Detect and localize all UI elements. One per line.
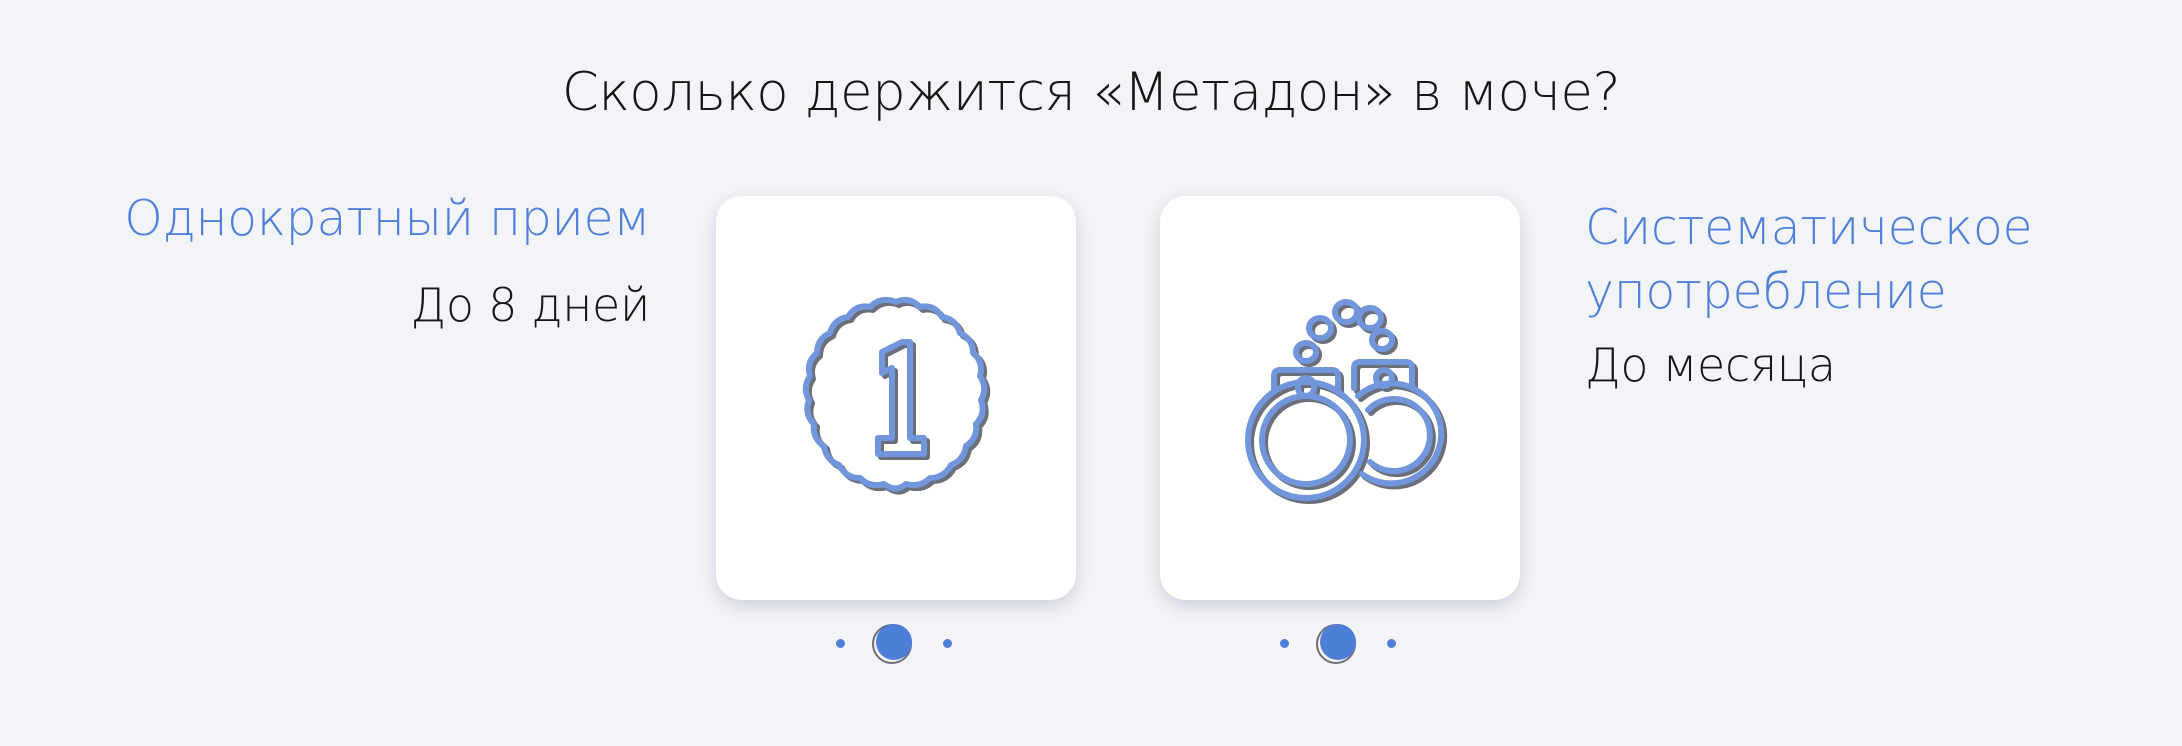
pagination-dot[interactable]: [836, 639, 845, 648]
handcuffs-icon: [1230, 288, 1450, 508]
single-dose-card: [716, 196, 1076, 600]
pagination-dot-active[interactable]: [872, 624, 912, 664]
page-title: Сколько держится «Метадон» в моче?: [561, 62, 1621, 123]
number-one-badge-icon: [786, 288, 1006, 508]
systematic-use-value: До месяца: [1585, 338, 1836, 392]
systematic-use-card: [1160, 196, 1520, 600]
pagination-dot[interactable]: [1387, 639, 1396, 648]
pagination-dot[interactable]: [1280, 639, 1289, 648]
card-2-pagination: [1160, 622, 1520, 666]
pagination-dot-active[interactable]: [1316, 624, 1356, 664]
card-1-pagination: [716, 622, 1076, 666]
pagination-dot[interactable]: [943, 639, 952, 648]
single-dose-label: Однократный прием: [124, 190, 650, 247]
single-dose-value: До 8 дней: [410, 278, 651, 332]
systematic-use-label: Систематическое употребление: [1585, 199, 2033, 320]
